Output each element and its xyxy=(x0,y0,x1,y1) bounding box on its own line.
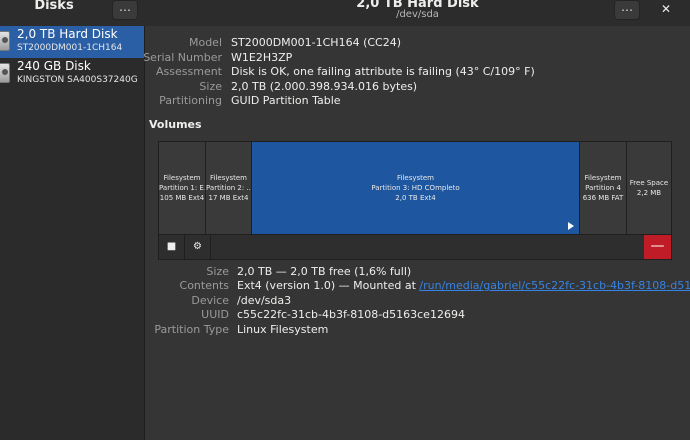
partition-name: Partition 2: ... xyxy=(206,184,252,192)
minus-icon: — xyxy=(650,238,665,254)
volume-contents-row: Contents Ext4 (version 1.0) — Mounted at… xyxy=(145,279,690,294)
partition-3[interactable]: Filesystem Partition 3: HD COmpleto 2,0 … xyxy=(252,142,580,234)
disk-model-row: Model ST2000DM001-1CH164 (CC24) xyxy=(145,36,690,51)
partition-1[interactable]: Filesystem Partition 1: E... 105 MB Ext4 xyxy=(159,142,206,234)
partition-2[interactable]: Filesystem Partition 2: ... 17 MB Ext4 xyxy=(206,142,252,234)
disk-model: ST2000DM001-1CH164 xyxy=(17,43,123,53)
volume-size-value: 2,0 TB — 2,0 TB free (1,6% full) xyxy=(237,265,412,278)
free-space-size: 2,2 MB xyxy=(636,189,662,197)
volumes-heading: Volumes xyxy=(149,118,202,131)
window-subtitle: /dev/sda xyxy=(396,9,439,20)
device-label: Device xyxy=(191,294,229,307)
header-bar: Disks … 2,0 TB Hard Disk /dev/sda … ✕ xyxy=(0,0,690,26)
uuid-label: UUID xyxy=(201,308,229,321)
volume-graphic: Filesystem Partition 1: E... 105 MB Ext4… xyxy=(158,141,672,235)
delete-partition-button[interactable]: — xyxy=(644,235,671,259)
sidebar: 2,0 TB Hard Disk ST2000DM001-1CH164 240 … xyxy=(0,26,145,440)
stop-icon: ■ xyxy=(166,241,177,252)
gears-icon: ⚙ xyxy=(193,241,202,252)
partition-name: Partition 1: E... xyxy=(159,184,206,192)
play-icon xyxy=(568,222,574,230)
partition-type-label: Partition Type xyxy=(154,323,229,336)
close-icon: ✕ xyxy=(660,2,672,16)
volume-toolbar: ■ ⚙ — xyxy=(158,235,672,260)
model-value: ST2000DM001-1CH164 (CC24) xyxy=(231,36,402,49)
close-button[interactable]: ✕ xyxy=(656,0,676,20)
volume-size-label: Size xyxy=(206,265,229,278)
free-space[interactable]: Free Space 2,2 MB xyxy=(627,142,671,234)
sidebar-item-disk-2[interactable]: 240 GB Disk KINGSTON SA400S37240G xyxy=(0,58,144,90)
contents-text: Ext4 (version 1.0) — Mounted at xyxy=(237,279,420,292)
partition-name: Partition 4 xyxy=(585,184,621,192)
unmount-button[interactable]: ■ xyxy=(159,235,185,259)
volume-size-row: Size 2,0 TB — 2,0 TB free (1,6% full) xyxy=(145,265,690,280)
more-icon: … xyxy=(621,0,633,14)
partitioning-label: Partitioning xyxy=(159,94,222,107)
serial-value: W1E2H3ZP xyxy=(231,51,293,64)
app-title: Disks xyxy=(34,0,74,13)
volume-partition-type-row: Partition Type Linux Filesystem xyxy=(145,323,690,338)
partitioning-value: GUID Partition Table xyxy=(231,94,341,107)
model-label: Model xyxy=(188,36,222,49)
partition-type: Filesystem xyxy=(396,174,435,182)
partition-options-button[interactable]: ⚙ xyxy=(185,235,211,259)
partition-name: Partition 3: HD COmpleto xyxy=(371,184,460,192)
free-space-label: Free Space xyxy=(629,179,669,187)
device-value: /dev/sda3 xyxy=(237,294,292,307)
disk-model: KINGSTON SA400S37240G xyxy=(17,75,138,85)
disk-size-row: Size 2,0 TB (2.000.398.934.016 bytes) xyxy=(145,80,690,95)
contents-label: Contents xyxy=(179,279,229,292)
more-icon: … xyxy=(119,0,131,14)
sidebar-header: Disks … xyxy=(0,0,145,26)
sidebar-item-disk-1[interactable]: 2,0 TB Hard Disk ST2000DM001-1CH164 xyxy=(0,26,144,58)
assessment-value: Disk is OK, one failing attribute is fai… xyxy=(231,65,535,78)
disk-serial-row: Serial Number W1E2H3ZP xyxy=(143,51,690,66)
partition-size: 2,0 TB Ext4 xyxy=(395,194,436,202)
mount-point-link[interactable]: /run/media/gabriel/c55c22fc-31cb-4b3f-81… xyxy=(419,279,690,292)
sidebar-menu-button[interactable]: … xyxy=(112,0,138,20)
partition-type: Filesystem xyxy=(163,174,201,182)
disk-name: 2,0 TB Hard Disk xyxy=(17,27,118,41)
volume-uuid-row: UUID c55c22fc-31cb-4b3f-8108-d5163ce1269… xyxy=(145,308,690,323)
uuid-value: c55c22fc-31cb-4b3f-8108-d5163ce12694 xyxy=(237,308,465,321)
disk-assessment-row: Assessment Disk is OK, one failing attri… xyxy=(145,65,690,80)
disk-name: 240 GB Disk xyxy=(17,59,91,73)
partition-type: Filesystem xyxy=(584,174,622,182)
volume-device-row: Device /dev/sda3 xyxy=(145,294,690,309)
contents-value: Ext4 (version 1.0) — Mounted at /run/med… xyxy=(237,279,690,292)
partition-size: 105 MB Ext4 xyxy=(159,194,205,202)
disk-menu-button[interactable]: … xyxy=(614,0,640,20)
hard-disk-icon xyxy=(0,31,10,51)
partition-size: 17 MB Ext4 xyxy=(208,194,249,202)
serial-label: Serial Number xyxy=(143,51,222,64)
hard-disk-icon xyxy=(0,63,10,83)
size-label: Size xyxy=(199,80,222,93)
partition-type: Filesystem xyxy=(209,174,248,182)
partition-size: 636 MB FAT xyxy=(582,194,624,202)
disk-partitioning-row: Partitioning GUID Partition Table xyxy=(145,94,690,109)
partition-type-value: Linux Filesystem xyxy=(237,323,329,336)
assessment-label: Assessment xyxy=(156,65,222,78)
size-value: 2,0 TB (2.000.398.934.016 bytes) xyxy=(231,80,418,93)
main-content: Model ST2000DM001-1CH164 (CC24) Serial N… xyxy=(143,26,690,440)
partition-4[interactable]: Filesystem Partition 4 636 MB FAT xyxy=(580,142,627,234)
